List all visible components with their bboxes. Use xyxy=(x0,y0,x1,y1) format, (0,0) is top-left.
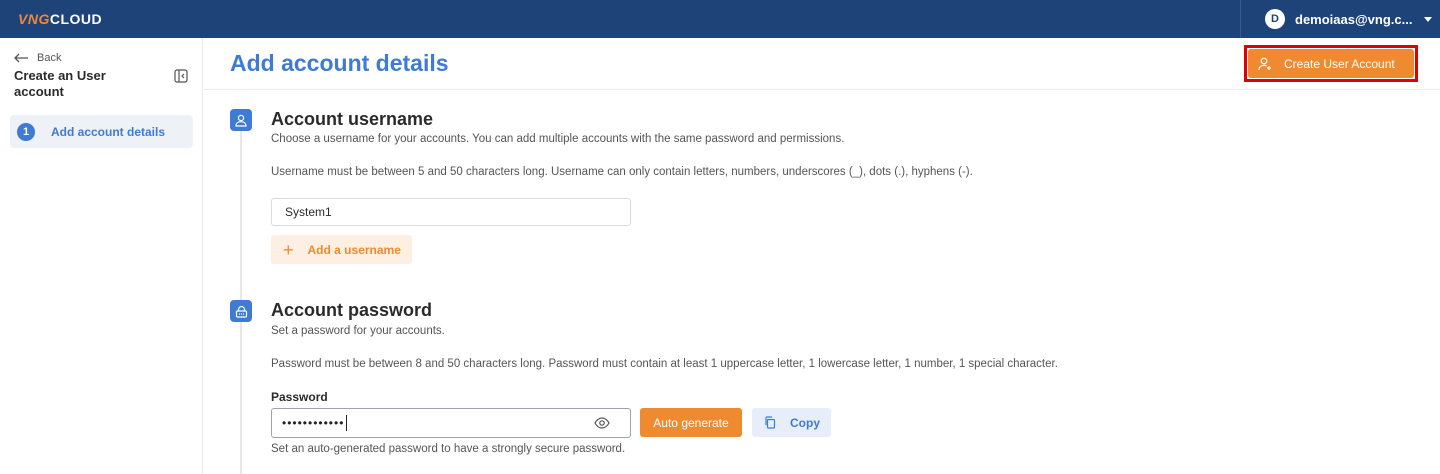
password-masked-value: •••••••••••• xyxy=(282,416,345,430)
add-username-button[interactable]: + Add a username xyxy=(271,235,412,264)
chevron-down-icon xyxy=(1424,16,1433,22)
copy-label: Copy xyxy=(790,415,820,430)
username-input[interactable]: System1 xyxy=(271,198,631,226)
create-user-account-button[interactable]: Create User Account xyxy=(1248,49,1414,78)
eye-icon[interactable] xyxy=(594,416,610,430)
back-link[interactable]: Back xyxy=(14,52,61,64)
password-section-description: Set a password for your accounts. xyxy=(271,325,445,337)
create-button-label: Create User Account xyxy=(1284,56,1395,71)
username-section-title: Account username xyxy=(271,109,434,129)
step-number-badge: 1 xyxy=(17,122,35,141)
password-input[interactable]: •••••••••••• xyxy=(271,408,631,438)
user-icon xyxy=(230,109,252,131)
copy-icon xyxy=(765,416,776,429)
password-field-label: Password xyxy=(271,390,328,404)
sidebar-step-add-account-details[interactable]: 1 Add account details xyxy=(10,115,193,148)
vng-cloud-logo[interactable]: VNG CLOUD xyxy=(18,11,102,27)
password-rule-text: Password must be between 8 and 50 charac… xyxy=(271,358,1058,370)
username-rule-text: Username must be between 5 and 50 charac… xyxy=(271,166,973,178)
password-icon xyxy=(230,300,252,322)
arrow-left-icon xyxy=(14,53,28,63)
logo-vng-text: VNG xyxy=(18,11,50,27)
text-cursor xyxy=(346,415,348,431)
add-user-icon xyxy=(1258,57,1271,70)
user-email: demoiaas@vng.c... xyxy=(1295,11,1413,27)
back-label: Back xyxy=(37,52,62,64)
password-hint-text: Set an auto-generated password to have a… xyxy=(271,443,626,455)
plus-icon: + xyxy=(283,239,294,260)
collapse-sidebar-icon[interactable] xyxy=(174,69,188,83)
sidebar-title: Create an User account xyxy=(14,68,106,99)
avatar: D xyxy=(1265,9,1285,29)
user-account-menu[interactable]: D demoiaas@vng.c... xyxy=(1240,0,1440,38)
sidebar: Back Create an User account 1 Add accoun… xyxy=(0,38,203,474)
header-divider xyxy=(204,89,1440,90)
page-title: Add account details xyxy=(230,50,449,76)
auto-generate-button[interactable]: Auto generate xyxy=(640,408,742,437)
password-section-title: Account password xyxy=(271,300,433,320)
add-username-label: Add a username xyxy=(307,242,401,257)
top-navigation-bar: VNG CLOUD D demoiaas@vng.c... xyxy=(0,0,1440,38)
username-section-description: Choose a username for your accounts. You… xyxy=(271,133,845,145)
step-label: Add account details xyxy=(51,124,166,139)
copy-password-button[interactable]: Copy xyxy=(752,408,831,437)
logo-cloud-text: CLOUD xyxy=(49,11,103,27)
